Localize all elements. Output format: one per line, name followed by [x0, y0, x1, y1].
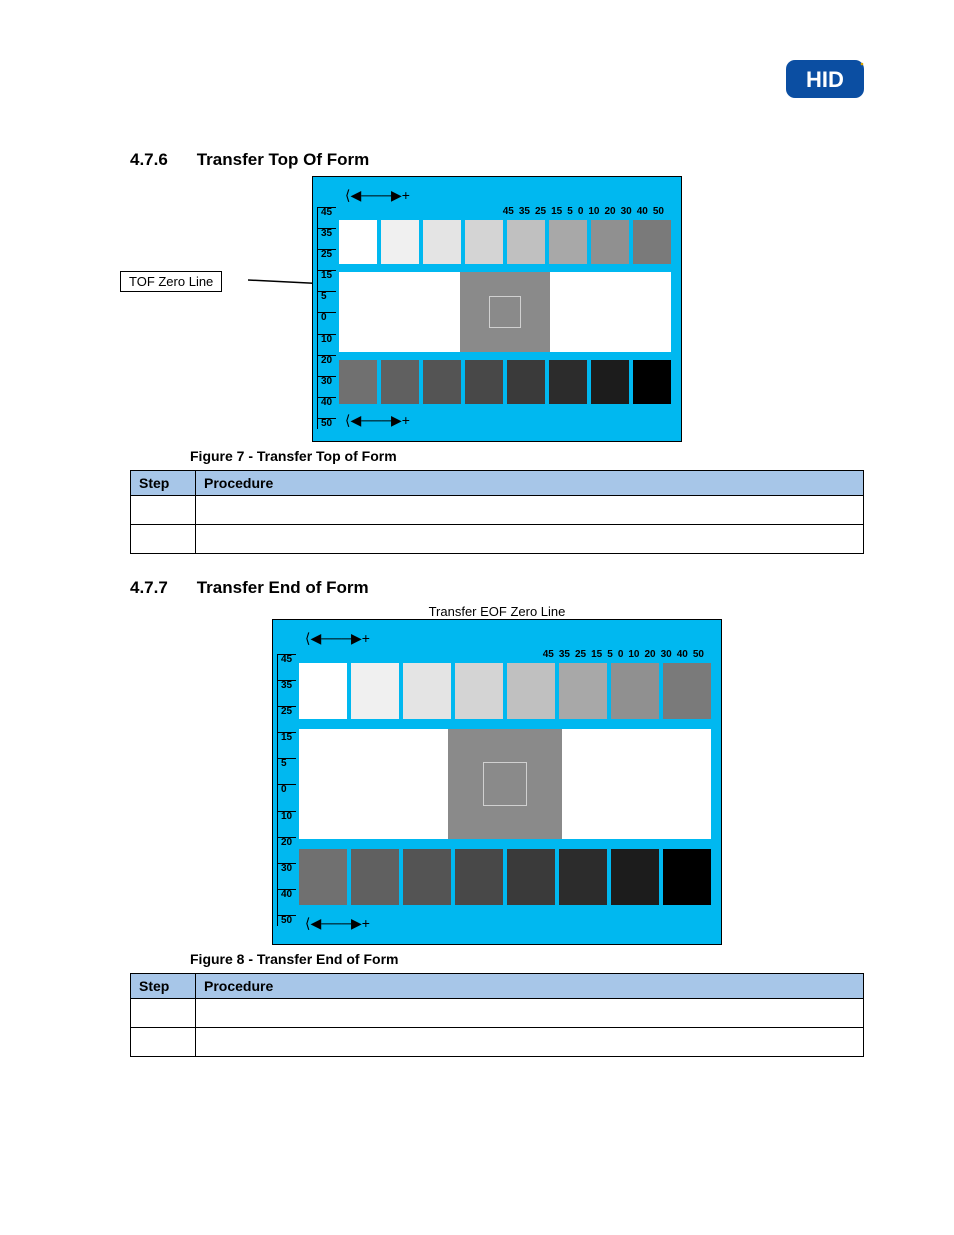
- table-row: [131, 1028, 864, 1057]
- swatch-row-mid: [299, 729, 711, 839]
- figure-7-caption: Figure 7 - Transfer Top of Form: [190, 448, 864, 464]
- hid-logo: HID: [786, 60, 864, 103]
- calibration-card-tof: ⟨◀───▶+ 45352515501020304050 45352515501…: [312, 176, 682, 442]
- ruler-top: 45352515501020304050: [379, 206, 665, 217]
- swatch-row-light: [339, 220, 671, 264]
- swatch-row-light: [299, 663, 711, 719]
- swatch-row-dark: [299, 849, 711, 905]
- top-arrow-icon: ⟨◀───▶+: [305, 630, 711, 647]
- bottom-arrow-icon: ⟨◀───▶+: [345, 412, 671, 429]
- col-header-step: Step: [131, 471, 196, 496]
- calibration-card-eof: ⟨◀───▶+ 45352515501020304050 45352515501…: [272, 619, 722, 945]
- ruler-left: 45352515501020304050: [317, 207, 336, 429]
- table-row: [131, 999, 864, 1028]
- col-header-step: Step: [131, 974, 196, 999]
- tof-zero-line-callout: TOF Zero Line: [120, 271, 222, 292]
- swatch-row-dark: [339, 360, 671, 404]
- table-row: [131, 496, 864, 525]
- procedure-table-2: Step Procedure: [130, 973, 864, 1057]
- svg-text:HID: HID: [806, 67, 844, 92]
- col-header-procedure: Procedure: [196, 471, 864, 496]
- table-row: [131, 525, 864, 554]
- top-arrow-icon: ⟨◀───▶+: [345, 187, 671, 204]
- ruler-left: 45352515501020304050: [277, 654, 296, 926]
- ruler-top: 45352515501020304050: [339, 649, 705, 660]
- section-4-7-6-heading: 4.7.6 Transfer Top Of Form: [130, 150, 864, 170]
- swatch-row-mid: [339, 272, 671, 352]
- figure-8-caption: Figure 8 - Transfer End of Form: [190, 951, 864, 967]
- eof-zero-line-label: Transfer EOF Zero Line: [130, 604, 864, 619]
- bottom-arrow-icon: ⟨◀───▶+: [305, 915, 711, 932]
- procedure-table-1: Step Procedure: [130, 470, 864, 554]
- section-4-7-7-heading: 4.7.7 Transfer End of Form: [130, 578, 864, 598]
- col-header-procedure: Procedure: [196, 974, 864, 999]
